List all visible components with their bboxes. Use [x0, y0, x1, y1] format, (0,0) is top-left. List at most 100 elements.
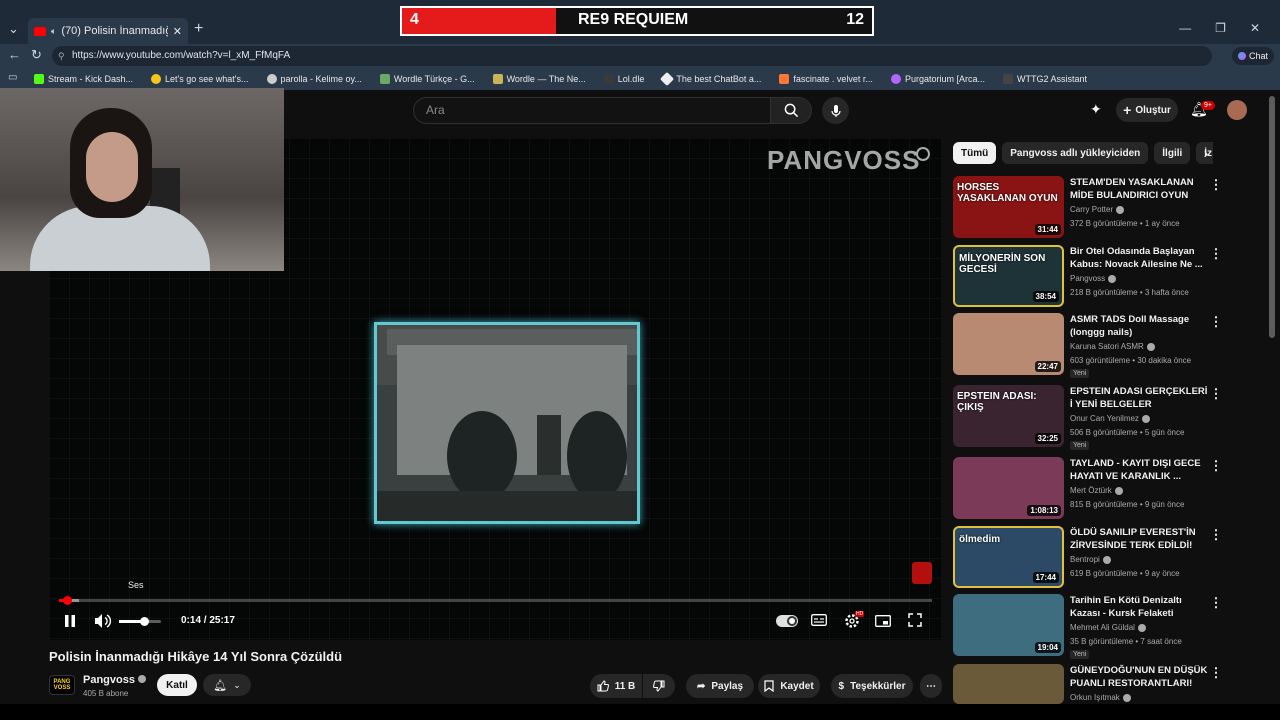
avatar[interactable]	[1227, 100, 1247, 120]
recommendation-item[interactable]: MİLYONERİN SON GECESİ 38:54 Bir Otel Odası…	[953, 245, 1263, 307]
miniplayer-button[interactable]	[874, 612, 892, 630]
more-vertical-icon[interactable]: ⋮	[1210, 458, 1223, 473]
recommendation-channel[interactable]: Karuna Satori ASMR	[1070, 342, 1155, 351]
recommendation-title[interactable]: Bir Otel Odasında Başlayan Kabus: Novack…	[1070, 245, 1208, 271]
house-door	[537, 415, 561, 475]
bookmark-item[interactable]: Purgatorium [Arca...	[890, 74, 985, 84]
video-thumbnail[interactable]: 22:47	[953, 313, 1064, 375]
video-thumbnail[interactable]: 19:04	[953, 594, 1064, 656]
recommendation-item[interactable]: 1:08:13 TAYLAND - KAYIT DIŞI GECE HAYATI …	[953, 457, 1263, 519]
bookmark-favicon-icon	[890, 74, 901, 84]
recommendation-item[interactable]: GÜNEYDOĞU'NUN EN DÜŞÜK PUANLI RESTORANTL…	[953, 664, 1263, 704]
gem-icon[interactable]: ✦	[1090, 101, 1102, 118]
more-vertical-icon[interactable]: ⋮	[1210, 595, 1223, 610]
chip-related[interactable]: İlgili	[1154, 142, 1191, 164]
recommendation-item[interactable]: HORSES YASAKLANAN OYUN 31:44 STEAM'DEN YAS…	[953, 176, 1263, 238]
bookmark-item[interactable]: Lol.dle	[603, 74, 644, 84]
recommendation-item[interactable]: ölmedim 17:44 ÖLDÜ SANILIP EVEREST'İN ZİRV…	[953, 526, 1263, 588]
close-window-icon[interactable]: ✕	[1250, 21, 1260, 35]
more-vertical-icon[interactable]: ⋮	[1210, 527, 1223, 542]
chip-from-uploader[interactable]: Pangvoss adlı yükleyiciden	[1002, 142, 1149, 164]
recommendation-channel[interactable]: Orkun Işıtmak	[1070, 693, 1131, 702]
thanks-button[interactable]: $ Teşekkürler	[831, 674, 913, 698]
recommendation-channel[interactable]: Pangvoss	[1070, 274, 1117, 283]
page-scrollbar[interactable]	[1269, 96, 1275, 338]
progress-scrubber[interactable]	[63, 596, 73, 605]
back-icon[interactable]: ←	[8, 47, 21, 62]
bookmark-item[interactable]: The best ChatBot a...	[660, 71, 761, 87]
video-thumbnail[interactable]: EPSTEIN ADASI: ÇIKIŞ 32:25	[953, 385, 1064, 447]
chip-all[interactable]: Tümü	[953, 142, 997, 164]
bookmark-item[interactable]: WTTG2 Assistant	[1002, 74, 1087, 84]
url-field[interactable]: ⚲ https://www.youtube.com/watch?v=l_xM_F…	[52, 46, 1212, 66]
recommendation-channel[interactable]: Mehmet Ali Güldal	[1070, 623, 1146, 632]
subtitles-button[interactable]	[811, 612, 827, 628]
channel-avatar[interactable]: PANG VOSS	[49, 675, 75, 695]
recommendation-channel[interactable]: Onur Can Yenilmez	[1070, 414, 1150, 423]
video-thumbnail[interactable]: ölmedim 17:44	[953, 526, 1064, 588]
more-horizontal-icon: ⋯	[926, 680, 936, 692]
mute-button[interactable]	[94, 612, 112, 630]
recommendation-title[interactable]: ÖLDÜ SANILIP EVEREST'İN ZİRVESİNDE TERK …	[1070, 526, 1208, 552]
profile-button[interactable]: Chat	[1232, 47, 1274, 65]
recommendation-channel[interactable]: Mert Öztürk	[1070, 486, 1123, 495]
more-vertical-icon[interactable]: ⋮	[1210, 246, 1223, 261]
recommendation-channel[interactable]: Bentropi	[1070, 555, 1111, 564]
bookmark-item[interactable]: Wordle — The Ne...	[492, 74, 586, 84]
autoplay-toggle[interactable]	[776, 615, 798, 627]
more-vertical-icon[interactable]: ⋮	[1210, 386, 1223, 401]
recommendation-item[interactable]: 19:04 Tarihin En Kötü Denizaltı Kazası - …	[953, 594, 1263, 659]
video-thumbnail[interactable]: 1:08:13	[953, 457, 1064, 519]
volume-knob[interactable]	[140, 617, 150, 626]
browser-tab[interactable]: 🔈︎ (70) Polisin İnanmadığı Hikâye ✕	[28, 18, 188, 44]
recommendation-item[interactable]: 22:47 ASMR TADS Doll Massage (longgg nail…	[953, 313, 1263, 378]
share-button[interactable]: ➦ Paylaş	[686, 674, 754, 698]
thumbs-up-icon	[597, 680, 609, 692]
pause-button[interactable]	[61, 612, 79, 630]
create-button[interactable]: + Oluştur	[1116, 98, 1178, 122]
bookmark-item[interactable]: fascinate . velvet r...	[779, 74, 873, 84]
search-button[interactable]	[770, 97, 812, 124]
video-thumbnail[interactable]: HORSES YASAKLANAN OYUN 31:44	[953, 176, 1064, 238]
save-button[interactable]: Kaydet	[758, 674, 820, 698]
channel-name[interactable]: Pangvoss	[83, 674, 147, 686]
dislike-button[interactable]	[643, 674, 675, 698]
chips-next-button[interactable]: ›	[1197, 144, 1215, 162]
recommendation-channel[interactable]: Carry Potter	[1070, 205, 1125, 214]
recommendation-title[interactable]: STEAM'DEN YASAKLANAN MİDE BULANDIRICI OY…	[1070, 176, 1208, 202]
recommendation-title[interactable]: Tarihin En Kötü Denizaltı Kazası - Kursk…	[1070, 594, 1208, 620]
video-thumbnail[interactable]	[953, 664, 1064, 704]
recommendation-title[interactable]: EPSTEIN ADASI GERÇEKLERİ İ YENİ BELGELER	[1070, 385, 1208, 411]
more-vertical-icon[interactable]: ⋮	[1210, 177, 1223, 192]
more-actions-button[interactable]: ⋯	[920, 674, 942, 698]
collections-icon[interactable]: ▭	[8, 72, 17, 83]
restore-icon[interactable]: ❐	[1215, 21, 1226, 35]
minimize-icon[interactable]: —	[1179, 21, 1191, 35]
recommendation-title[interactable]: ASMR TADS Doll Massage (longgg nails)	[1070, 313, 1208, 339]
bookmark-item[interactable]: parolla - Kelime oy...	[266, 74, 362, 84]
notification-settings-button[interactable]: 🔔︎ ⌄	[203, 674, 251, 696]
close-tab-icon[interactable]: ✕	[173, 25, 182, 38]
video-thumbnail[interactable]: MİLYONERİN SON GECESİ 38:54	[953, 245, 1064, 307]
recommendation-item[interactable]: EPSTEIN ADASI: ÇIKIŞ 32:25 EPSTEIN ADASI G…	[953, 385, 1263, 450]
recommendation-meta: 603 görüntüleme • 30 dakika önce	[1070, 356, 1192, 365]
volume-slider[interactable]	[119, 617, 161, 626]
bookmark-item[interactable]: Wordle Türkçe - G...	[379, 74, 475, 84]
join-button[interactable]: Katıl	[157, 674, 197, 696]
voice-search-button[interactable]	[822, 97, 849, 124]
recommendation-title[interactable]: GÜNEYDOĞU'NUN EN DÜŞÜK PUANLI RESTORANTL…	[1070, 664, 1208, 690]
tab-list-icon[interactable]: ⌄	[8, 21, 19, 37]
bookmark-item[interactable]: Let's go see what's...	[151, 74, 249, 84]
bookmark-item[interactable]: Stream - Kick Dash...	[34, 74, 133, 84]
more-vertical-icon[interactable]: ⋮	[1210, 665, 1223, 680]
recommendation-title[interactable]: TAYLAND - KAYIT DIŞI GECE HAYATI VE KARA…	[1070, 457, 1208, 483]
new-tab-icon[interactable]: +	[194, 20, 203, 38]
site-info-icon[interactable]: ⚲	[58, 46, 65, 66]
more-vertical-icon[interactable]: ⋮	[1210, 314, 1223, 329]
watermark-circle-icon	[916, 147, 930, 161]
progress-bar[interactable]	[59, 596, 932, 605]
reload-icon[interactable]: ↻	[31, 47, 42, 63]
search-input[interactable]: Ara	[413, 97, 771, 124]
like-button[interactable]: 11 B	[590, 674, 642, 698]
fullscreen-button[interactable]	[907, 612, 923, 628]
